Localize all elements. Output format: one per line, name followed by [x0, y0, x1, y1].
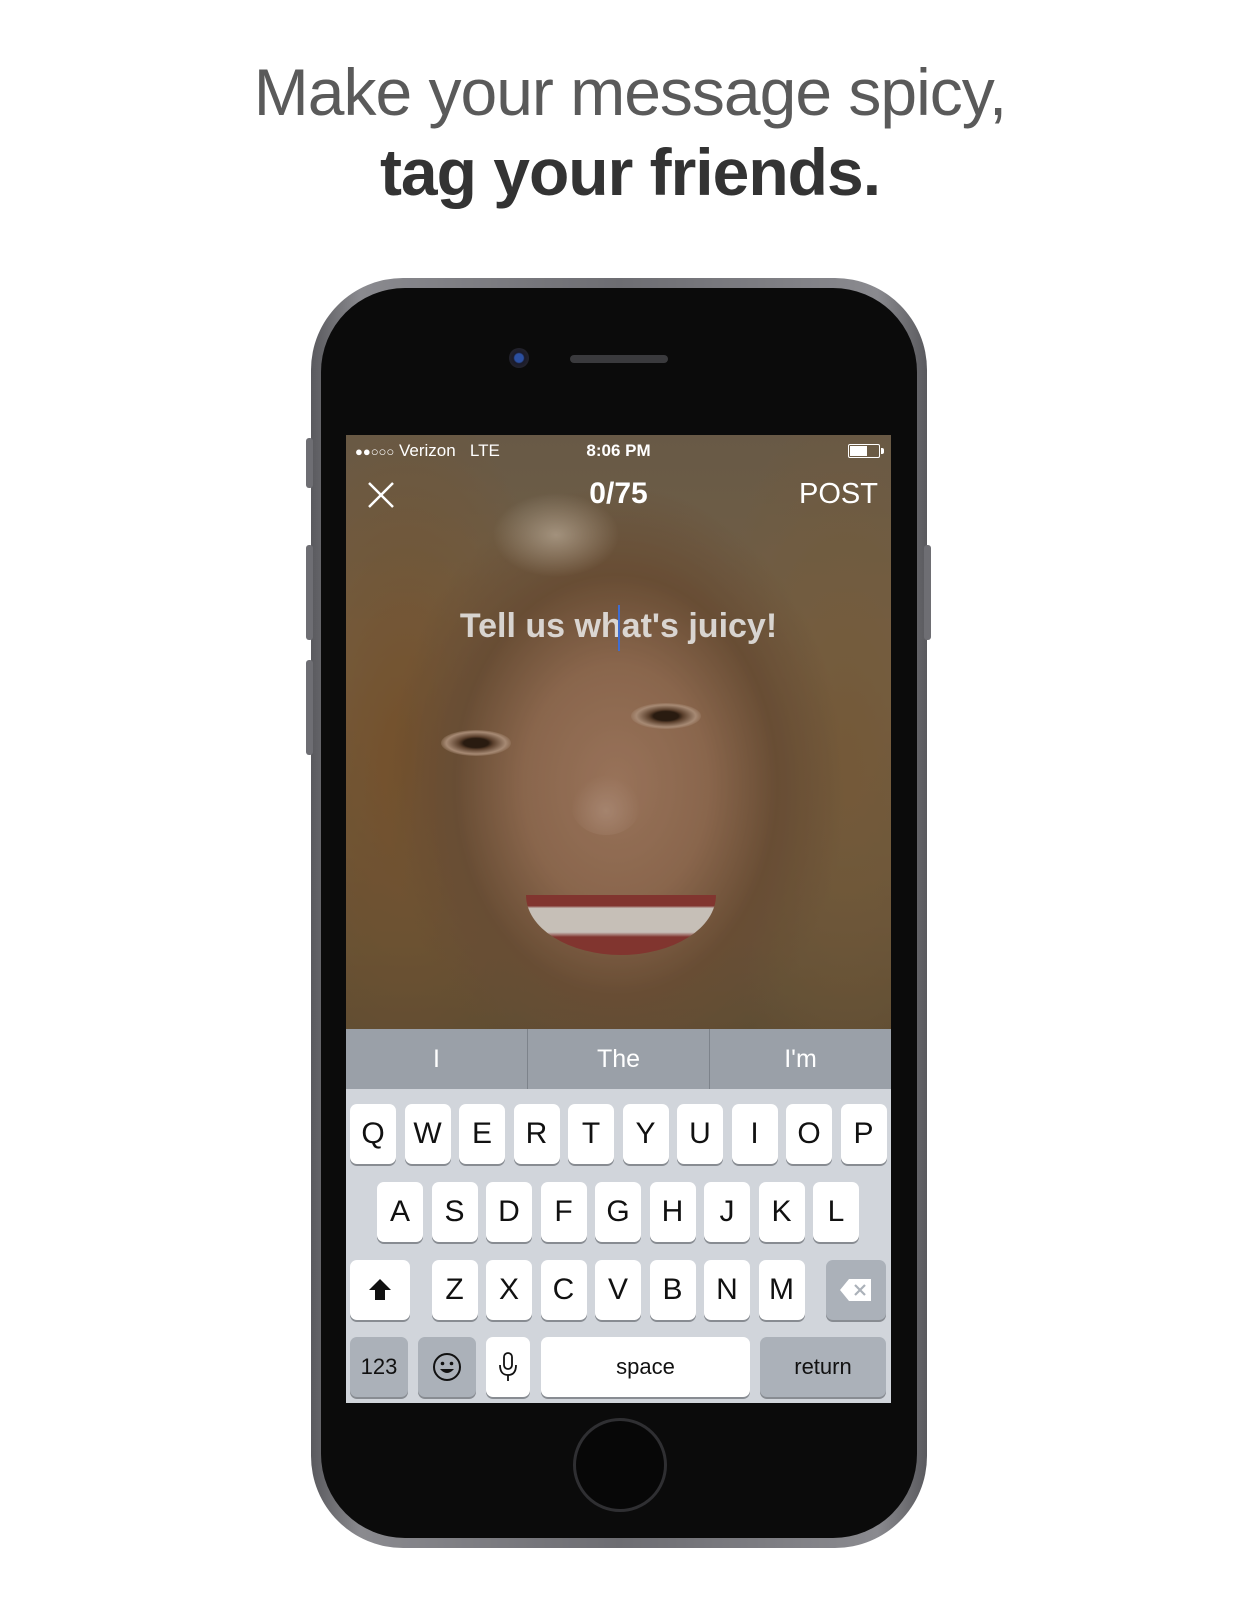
status-bar: ●●○○○ Verizon LTE 8:06 PM [346, 435, 891, 465]
photo-right-eye [631, 703, 701, 729]
return-key[interactable]: return [760, 1337, 886, 1397]
shift-key[interactable] [350, 1260, 410, 1320]
microphone-icon [499, 1352, 517, 1381]
numbers-key[interactable]: 123 [350, 1337, 408, 1397]
home-button[interactable] [573, 1418, 667, 1512]
front-camera [509, 348, 529, 368]
emoji-key[interactable] [418, 1337, 476, 1397]
earpiece-speaker [570, 355, 668, 363]
headline-line-1: Make your message spicy, [253, 55, 1007, 129]
dictation-key[interactable] [486, 1337, 530, 1397]
key-s[interactable]: S [431, 1182, 478, 1242]
key-t[interactable]: T [568, 1104, 614, 1164]
key-n[interactable]: N [704, 1260, 750, 1320]
key-u[interactable]: U [677, 1104, 723, 1164]
key-q[interactable]: Q [350, 1104, 396, 1164]
key-k[interactable]: K [758, 1182, 805, 1242]
suggestion-3[interactable]: I'm [709, 1029, 891, 1089]
space-key[interactable]: space [541, 1337, 750, 1397]
key-h[interactable]: H [649, 1182, 696, 1242]
predictive-bar: I The I'm [346, 1029, 891, 1089]
headline: Make your message spicy, tag your friend… [0, 52, 1260, 212]
photo-nose [571, 775, 641, 835]
key-p[interactable]: P [840, 1104, 887, 1164]
volume-up-button [306, 545, 313, 640]
key-o[interactable]: O [786, 1104, 832, 1164]
shift-icon [369, 1279, 391, 1300]
headline-line-2: tag your friends. [379, 135, 881, 209]
battery-icon [848, 444, 884, 458]
backspace-icon [840, 1279, 871, 1301]
volume-down-button [306, 660, 313, 755]
key-v[interactable]: V [595, 1260, 641, 1320]
mute-switch [306, 438, 313, 488]
power-button [924, 545, 931, 640]
key-w[interactable]: W [404, 1104, 451, 1164]
backspace-key[interactable] [826, 1260, 886, 1320]
key-d[interactable]: D [486, 1182, 532, 1242]
key-l[interactable]: L [813, 1182, 859, 1242]
keyboard: Q W E R T Y U I O P A S D F G H J K L Z … [346, 1089, 891, 1403]
key-f[interactable]: F [540, 1182, 587, 1242]
suggestion-1[interactable]: I [346, 1029, 527, 1089]
key-c[interactable]: C [540, 1260, 587, 1320]
suggestion-2[interactable]: The [527, 1029, 709, 1089]
status-time: 8:06 PM [586, 441, 651, 460]
text-cursor [618, 605, 620, 651]
selfie-photo [346, 435, 891, 1029]
photo-left-eye [441, 730, 511, 756]
key-y[interactable]: Y [622, 1104, 669, 1164]
key-i[interactable]: I [731, 1104, 778, 1164]
key-x[interactable]: X [486, 1260, 532, 1320]
emoji-icon [433, 1353, 461, 1381]
key-e[interactable]: E [459, 1104, 505, 1164]
key-a[interactable]: A [377, 1182, 423, 1242]
photo-smile [526, 895, 716, 955]
key-j[interactable]: J [704, 1182, 750, 1242]
key-m[interactable]: M [758, 1260, 805, 1320]
key-r[interactable]: R [513, 1104, 560, 1164]
app-screen: ●●○○○ Verizon LTE 8:06 PM 0/75 POST Tell… [346, 435, 891, 1403]
post-button[interactable]: POST [799, 478, 878, 511]
key-g[interactable]: G [595, 1182, 641, 1242]
key-z[interactable]: Z [431, 1260, 478, 1320]
key-b[interactable]: B [649, 1260, 696, 1320]
